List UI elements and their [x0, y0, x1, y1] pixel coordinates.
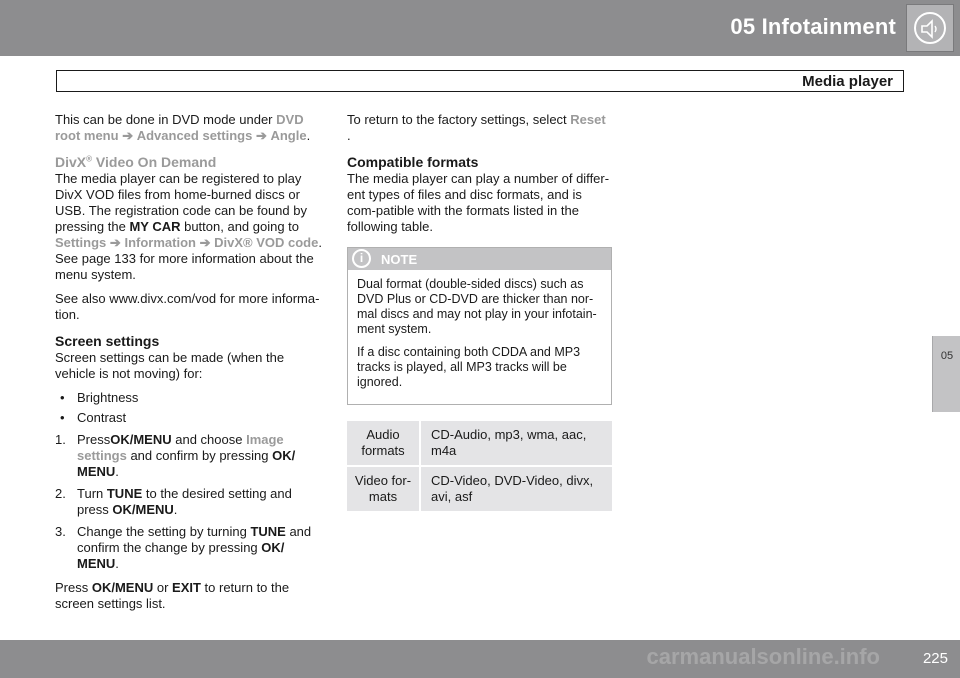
- divx-see-also: See also www.divx.com/vod for more infor…: [55, 291, 320, 322]
- page-number: 225: [922, 650, 948, 667]
- step-number: 2.: [55, 486, 66, 501]
- key-tune: TUNE: [106, 486, 143, 501]
- screen-settings-heading: Screen settings: [55, 333, 160, 349]
- step-text: .: [115, 464, 119, 479]
- format-value-cell: CD-Video, DVD-Video, divx, avi, asf: [421, 467, 612, 511]
- list-item: Brightness: [55, 390, 323, 406]
- right-column: To return to the factory settings, selec…: [347, 112, 612, 513]
- step-item: 2. Turn TUNE to the desired setting and p…: [55, 486, 323, 518]
- section-title: Media player: [802, 73, 893, 90]
- key-my-car: MY CAR: [129, 219, 181, 234]
- chapter-icon-box: [906, 4, 954, 52]
- screen-settings-outro: Press OK/MENU or EXIT to return to the s…: [55, 580, 323, 612]
- compatible-formats-text: The media player can play a number of di…: [347, 171, 610, 234]
- step-text: and confirm by pressing: [126, 448, 273, 463]
- note-label: NOTE: [381, 252, 418, 267]
- key-ok-menu: OK/MENU: [112, 502, 174, 517]
- divx-heading-pre: DivX: [55, 154, 87, 170]
- speaker-icon: [921, 19, 937, 39]
- table-row: Audio formats CD-Audio, mp3, wma, aac, m…: [347, 421, 612, 465]
- compatible-formats-heading: Compatible formats: [347, 154, 479, 170]
- step-text: .: [115, 556, 119, 571]
- note-paragraph-1: Dual format (double-sided discs) such as…: [357, 277, 597, 336]
- format-name-cell: Video for-mats: [347, 467, 421, 511]
- key-ok-menu: OK/MENU: [91, 580, 154, 595]
- divx-heading: DivX® Video On Demand: [55, 154, 323, 171]
- menu-path-settings: Settings: [55, 235, 107, 250]
- intro-end: .: [306, 128, 311, 143]
- screen-settings-list: Brightness Contrast: [55, 390, 323, 426]
- menu-path-advanced: Advanced settings: [136, 128, 253, 143]
- screen-settings-steps: 1. PressOK/MENU and choose Image settings…: [55, 432, 323, 572]
- reset-paragraph: To return to the factory settings, selec…: [347, 112, 612, 144]
- note-box: i NOTE Dual format (double-sided discs) …: [347, 247, 612, 405]
- key-ok-menu: OK/MENU: [110, 432, 172, 447]
- outro-text: Press: [55, 580, 92, 595]
- divx-text2: button, and going to: [180, 219, 300, 234]
- key-exit: EXIT: [172, 580, 201, 595]
- formats-table: Audio formats CD-Audio, mp3, wma, aac, m…: [347, 419, 612, 513]
- reset-text: To return to the factory settings, selec…: [347, 112, 571, 127]
- outro-text: or: [153, 580, 173, 595]
- chapter-side-tab[interactable]: 05: [932, 336, 960, 412]
- divx-heading-post: Video On Demand: [92, 154, 217, 170]
- path-arrow-icon: ➔: [255, 128, 267, 143]
- table-row: Video for-mats CD-Video, DVD-Video, divx…: [347, 467, 612, 511]
- menu-path-angle: Angle: [270, 128, 307, 143]
- format-value-cell: CD-Audio, mp3, wma, aac, m4a: [421, 421, 612, 465]
- watermark: carmanualsonline.info: [646, 644, 881, 669]
- menu-path-reset: Reset: [570, 112, 606, 127]
- intro-paragraph: This can be done in DVD mode under DVD r…: [55, 112, 323, 144]
- note-header: i NOTE: [348, 248, 611, 270]
- side-tab-label: 05: [940, 350, 954, 362]
- menu-path-information: Information: [124, 235, 196, 250]
- key-tune: TUNE: [250, 524, 286, 539]
- header-band: 05 Infotainment: [0, 0, 960, 56]
- path-arrow-icon: ➔: [109, 235, 121, 250]
- list-item: Contrast: [55, 410, 323, 426]
- step-text: .: [173, 502, 178, 517]
- step-text: Change the setting by turning: [77, 524, 251, 539]
- step-text: and choose: [171, 432, 247, 447]
- step-text: Turn: [77, 486, 107, 501]
- info-icon: i: [352, 249, 371, 268]
- note-body: Dual format (double-sided discs) such as…: [348, 270, 611, 404]
- chapter-title: 05 Infotainment: [730, 14, 896, 39]
- intro-text: This can be done in DVD mode under: [55, 112, 277, 127]
- path-arrow-icon: ➔: [122, 128, 134, 143]
- footer-band: carmanualsonline.info 225: [0, 640, 960, 678]
- section-title-box: Media player: [56, 70, 904, 92]
- left-column: This can be done in DVD mode under DVD r…: [55, 112, 323, 620]
- screen-settings-intro: Screen settings can be made (when the ve…: [55, 350, 285, 381]
- step-number: 3.: [55, 524, 66, 539]
- step-item: 1. PressOK/MENU and choose Image settings…: [55, 432, 323, 480]
- path-arrow-icon: ➔: [199, 235, 211, 250]
- format-name-cell: Audio formats: [347, 421, 421, 465]
- divx-paragraph: The media player can be registered to pl…: [55, 171, 323, 283]
- reset-end: .: [347, 128, 351, 143]
- menu-path-divx-code: DivX® VOD code: [214, 235, 319, 250]
- step-item: 3. Change the setting by turning TUNE and…: [55, 524, 323, 572]
- step-text: Press: [77, 432, 111, 447]
- note-paragraph-2: If a disc containing both CDDA and MP3 t…: [357, 345, 581, 389]
- step-number: 1.: [55, 432, 66, 447]
